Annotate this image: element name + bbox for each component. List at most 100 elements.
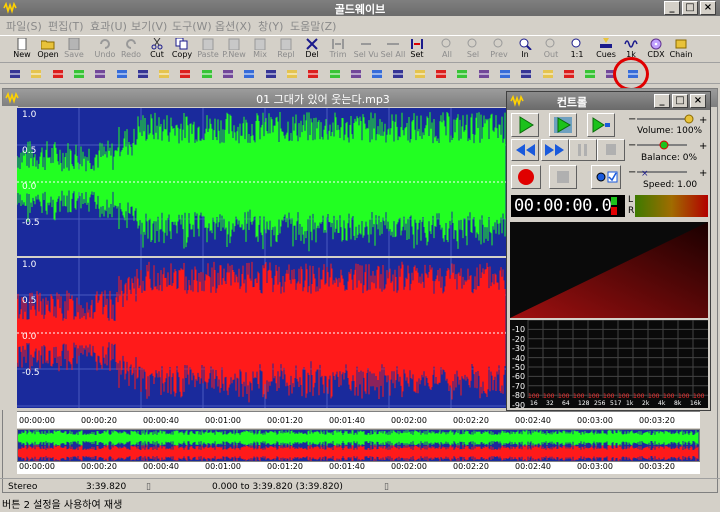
effect-tool-icon[interactable]	[306, 67, 320, 81]
fast-forward-button[interactable]	[541, 139, 569, 161]
time-tick-label: 00:01:40	[329, 416, 365, 425]
menu-help[interactable]: 도움말(Z)	[290, 18, 336, 34]
undo-button[interactable]: Undo	[91, 37, 119, 63]
effect-tool-icon[interactable]	[477, 67, 491, 81]
save-disk-icon	[68, 38, 80, 50]
copy-button[interactable]: Copy	[168, 37, 196, 63]
record-button[interactable]	[511, 165, 541, 189]
effect-tool-icon[interactable]	[157, 67, 171, 81]
control-maximize-button[interactable]: □	[672, 94, 688, 108]
menu-window[interactable]: 창(Y)	[258, 18, 283, 34]
overview-waveform[interactable]	[17, 429, 700, 462]
play-from-cursor-button[interactable]	[587, 113, 615, 137]
effect-tool-icon[interactable]	[328, 67, 342, 81]
y-label-top-05: 0.5	[22, 146, 37, 156]
save-button[interactable]: Save	[60, 37, 88, 63]
effect-tool-icon[interactable]	[413, 67, 427, 81]
menu-file[interactable]: 파일(S)	[6, 18, 42, 34]
menu-tools[interactable]: 도구(W)	[172, 18, 212, 34]
app-title: 골드웨이브	[334, 3, 386, 16]
effect-tool-icon[interactable]	[8, 67, 22, 81]
control-minimize-button[interactable]: _	[654, 94, 670, 108]
effect-tool-icon[interactable]	[200, 67, 214, 81]
effect-tool-icon[interactable]	[136, 67, 150, 81]
effect-tool-icon[interactable]	[541, 67, 555, 81]
effect-tool-icon[interactable]	[349, 67, 363, 81]
effect-tool-icon[interactable]	[285, 67, 299, 81]
zoom-out-button[interactable]: Out	[537, 37, 565, 63]
cut-button[interactable]: Cut	[143, 37, 171, 63]
status-length: 3:39.820	[86, 482, 127, 492]
effect-tool-icon[interactable]	[370, 67, 384, 81]
speed-slider[interactable]: − × +	[627, 167, 709, 179]
volume-slider[interactable]: − +	[627, 114, 709, 126]
rewind-button[interactable]	[511, 139, 539, 161]
svg-text:+: +	[699, 115, 707, 124]
zoom-previous-button[interactable]: Prev	[485, 37, 513, 63]
menu-view[interactable]: 보기(V)	[131, 18, 167, 34]
effect-tool-icon[interactable]	[242, 67, 256, 81]
zoom-in-button[interactable]: In	[511, 37, 539, 63]
control-close-button[interactable]: ×	[690, 94, 706, 108]
delete-button[interactable]: Del	[298, 37, 326, 63]
status-channels: Stereo	[8, 482, 38, 492]
effect-tool-icon[interactable]	[29, 67, 43, 81]
effect-tool-icon[interactable]	[434, 67, 448, 81]
play-cursor-icon	[592, 117, 610, 133]
chain-button[interactable]: Chain	[667, 37, 695, 63]
close-button[interactable]: ×	[700, 1, 716, 15]
svg-text:+: +	[699, 168, 707, 177]
trim-button[interactable]: Trim	[324, 37, 352, 63]
menu-edit[interactable]: 편집(T)	[48, 18, 84, 34]
effect-tool-icon[interactable]	[583, 67, 597, 81]
record-stop-button[interactable]	[549, 165, 577, 189]
play-button[interactable]	[511, 113, 539, 137]
effect-tool-icon[interactable]	[498, 67, 512, 81]
effect-tool-icon[interactable]	[93, 67, 107, 81]
menu-options[interactable]: 옵션(X)	[215, 18, 251, 34]
effect-tool-icon[interactable]	[221, 67, 235, 81]
open-button[interactable]: Open	[34, 37, 62, 63]
effect-tool-icon[interactable]	[455, 67, 469, 81]
set-button[interactable]: Set	[403, 37, 431, 63]
effect-tool-icon[interactable]	[391, 67, 405, 81]
minimize-button[interactable]: _	[664, 1, 680, 15]
frequency-label: 256	[594, 400, 606, 407]
redo-label: Redo	[120, 50, 142, 59]
left-channel-waveform[interactable]: 1.0 0.5 0.0 -0.5	[17, 108, 506, 256]
tone-1k-icon	[624, 40, 638, 48]
select-view-button[interactable]: Sel Vu	[352, 37, 380, 63]
cdx-button[interactable]: CDX	[642, 37, 670, 63]
frequency-label: 8k	[674, 400, 682, 407]
paste-new-button[interactable]: P.New	[220, 37, 248, 63]
zoom-1-1-button[interactable]: 1:1	[563, 37, 591, 63]
redo-button[interactable]: Redo	[117, 37, 145, 63]
paste-label: Paste	[197, 50, 219, 59]
monitor-button[interactable]	[591, 165, 621, 189]
right-channel-waveform[interactable]: 1.0 0.5 0.0 -0.5	[17, 258, 506, 408]
cd-icon	[650, 38, 662, 50]
effect-tool-icon[interactable]	[72, 67, 86, 81]
select-view-icon	[361, 43, 371, 45]
cues-button[interactable]: Cues	[592, 37, 620, 63]
zoom-select-button[interactable]: Sel	[459, 37, 487, 63]
maximize-button[interactable]: □	[682, 1, 698, 15]
stop-button[interactable]	[597, 139, 625, 161]
new-button[interactable]: New	[8, 37, 36, 63]
paste-button[interactable]: Paste	[194, 37, 222, 63]
effect-tool-icon[interactable]	[264, 67, 278, 81]
mix-button[interactable]: Mix	[246, 37, 274, 63]
time-ruler[interactable]: 00:00:00 00:00:20 00:00:40 00:01:00 00:01:20…	[17, 411, 700, 428]
balance-slider[interactable]: − +	[627, 140, 709, 152]
effect-tool-icon[interactable]	[519, 67, 533, 81]
effect-tool-icon[interactable]	[562, 67, 576, 81]
effect-tool-icon[interactable]	[115, 67, 129, 81]
zoom-all-button[interactable]: All	[433, 37, 461, 63]
play-selection-button[interactable]	[549, 113, 577, 137]
time-tick-label: 00:00:00	[19, 462, 55, 471]
replace-button[interactable]: Repl	[272, 37, 300, 63]
effect-tool-icon[interactable]	[51, 67, 65, 81]
pause-button[interactable]	[569, 139, 597, 161]
effect-tool-icon[interactable]	[178, 67, 192, 81]
menu-effects[interactable]: 효과(U)	[90, 18, 127, 34]
